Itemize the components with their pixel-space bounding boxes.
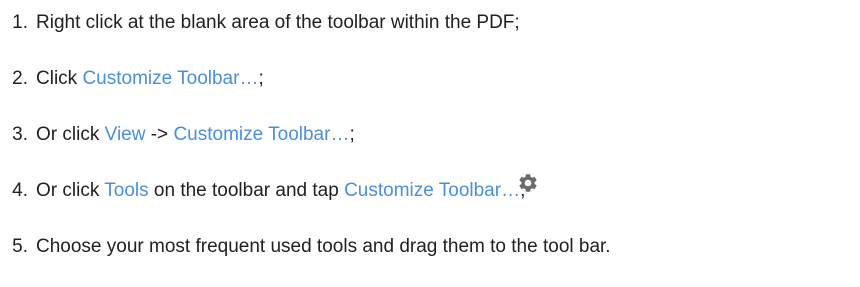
step-text: Right click at the blank area of the too… (36, 12, 520, 33)
step-number: 4. (12, 180, 28, 201)
step-3: 3. Or click View -> Customize Toolbar…; (0, 120, 355, 150)
tools-link[interactable]: Tools (104, 180, 148, 201)
step-number: 1. (12, 12, 28, 33)
step-2: 2. Click Customize Toolbar…; (0, 64, 264, 94)
step-text: ; (349, 124, 355, 145)
customize-toolbar-link[interactable]: Customize Toolbar… (82, 68, 258, 89)
step-text: Click (36, 68, 83, 89)
step-number: 5. (12, 236, 28, 257)
step-text: Or click (36, 124, 105, 145)
customize-toolbar-link[interactable]: Customize Toolbar… (344, 180, 520, 201)
step-text: Or click (36, 180, 105, 201)
view-menu-link[interactable]: View (105, 124, 146, 145)
step-5: 5. Choose your most frequent used tools a… (0, 232, 611, 262)
step-1: 1. Right click at the blank area of the t… (0, 8, 520, 38)
gear-icon (517, 172, 539, 204)
step-text: -> (145, 124, 174, 145)
step-number: 3. (12, 124, 28, 145)
step-text: Choose your most frequent used tools and… (36, 236, 611, 257)
step-4: 4. Or click Tools on the toolbar and tap … (0, 174, 539, 206)
step-text: ; (258, 68, 264, 89)
step-number: 2. (12, 68, 28, 89)
step-text: on the toolbar and tap (148, 180, 345, 201)
customize-toolbar-link[interactable]: Customize Toolbar… (173, 124, 349, 145)
